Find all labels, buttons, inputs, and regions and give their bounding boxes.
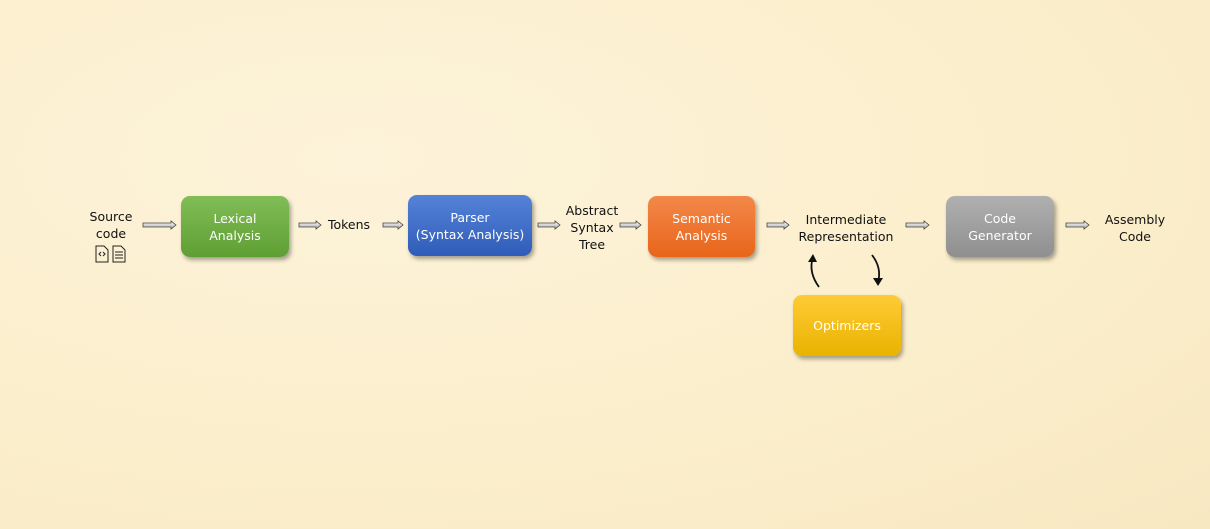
text-file-icon	[112, 245, 126, 263]
flow-arrow	[298, 220, 322, 230]
loop-arrow-up-head	[808, 254, 817, 262]
flow-arrow	[382, 220, 404, 230]
code-generator-box: Code Generator	[946, 196, 1054, 257]
connectors	[95, 220, 1090, 288]
loop-arrow-down	[871, 254, 881, 283]
diagram: Source code Lexical Analysis Tokens Pars…	[0, 0, 1210, 529]
flow-arrow	[766, 220, 790, 230]
lexical-analysis-box: Lexical Analysis	[181, 196, 289, 257]
flow-arrow	[905, 220, 930, 230]
code-file-icon	[95, 245, 109, 263]
optimizers-box: Optimizers	[793, 295, 901, 356]
flow-arrow	[619, 220, 642, 230]
assembly-code-label: Assembly Code	[1104, 212, 1166, 244]
tokens-label: Tokens	[327, 217, 371, 232]
flow-arrow	[537, 220, 561, 230]
ir-label: Intermediate Representation	[798, 212, 894, 244]
parser-box: Parser (Syntax Analysis)	[408, 195, 532, 256]
ast-label: Abstract Syntax Tree	[565, 203, 619, 252]
loop-arrow-down-head	[873, 278, 883, 286]
flow-arrow	[1065, 220, 1090, 230]
flow-arrow	[142, 220, 177, 230]
semantic-analysis-box: Semantic Analysis	[648, 196, 755, 257]
